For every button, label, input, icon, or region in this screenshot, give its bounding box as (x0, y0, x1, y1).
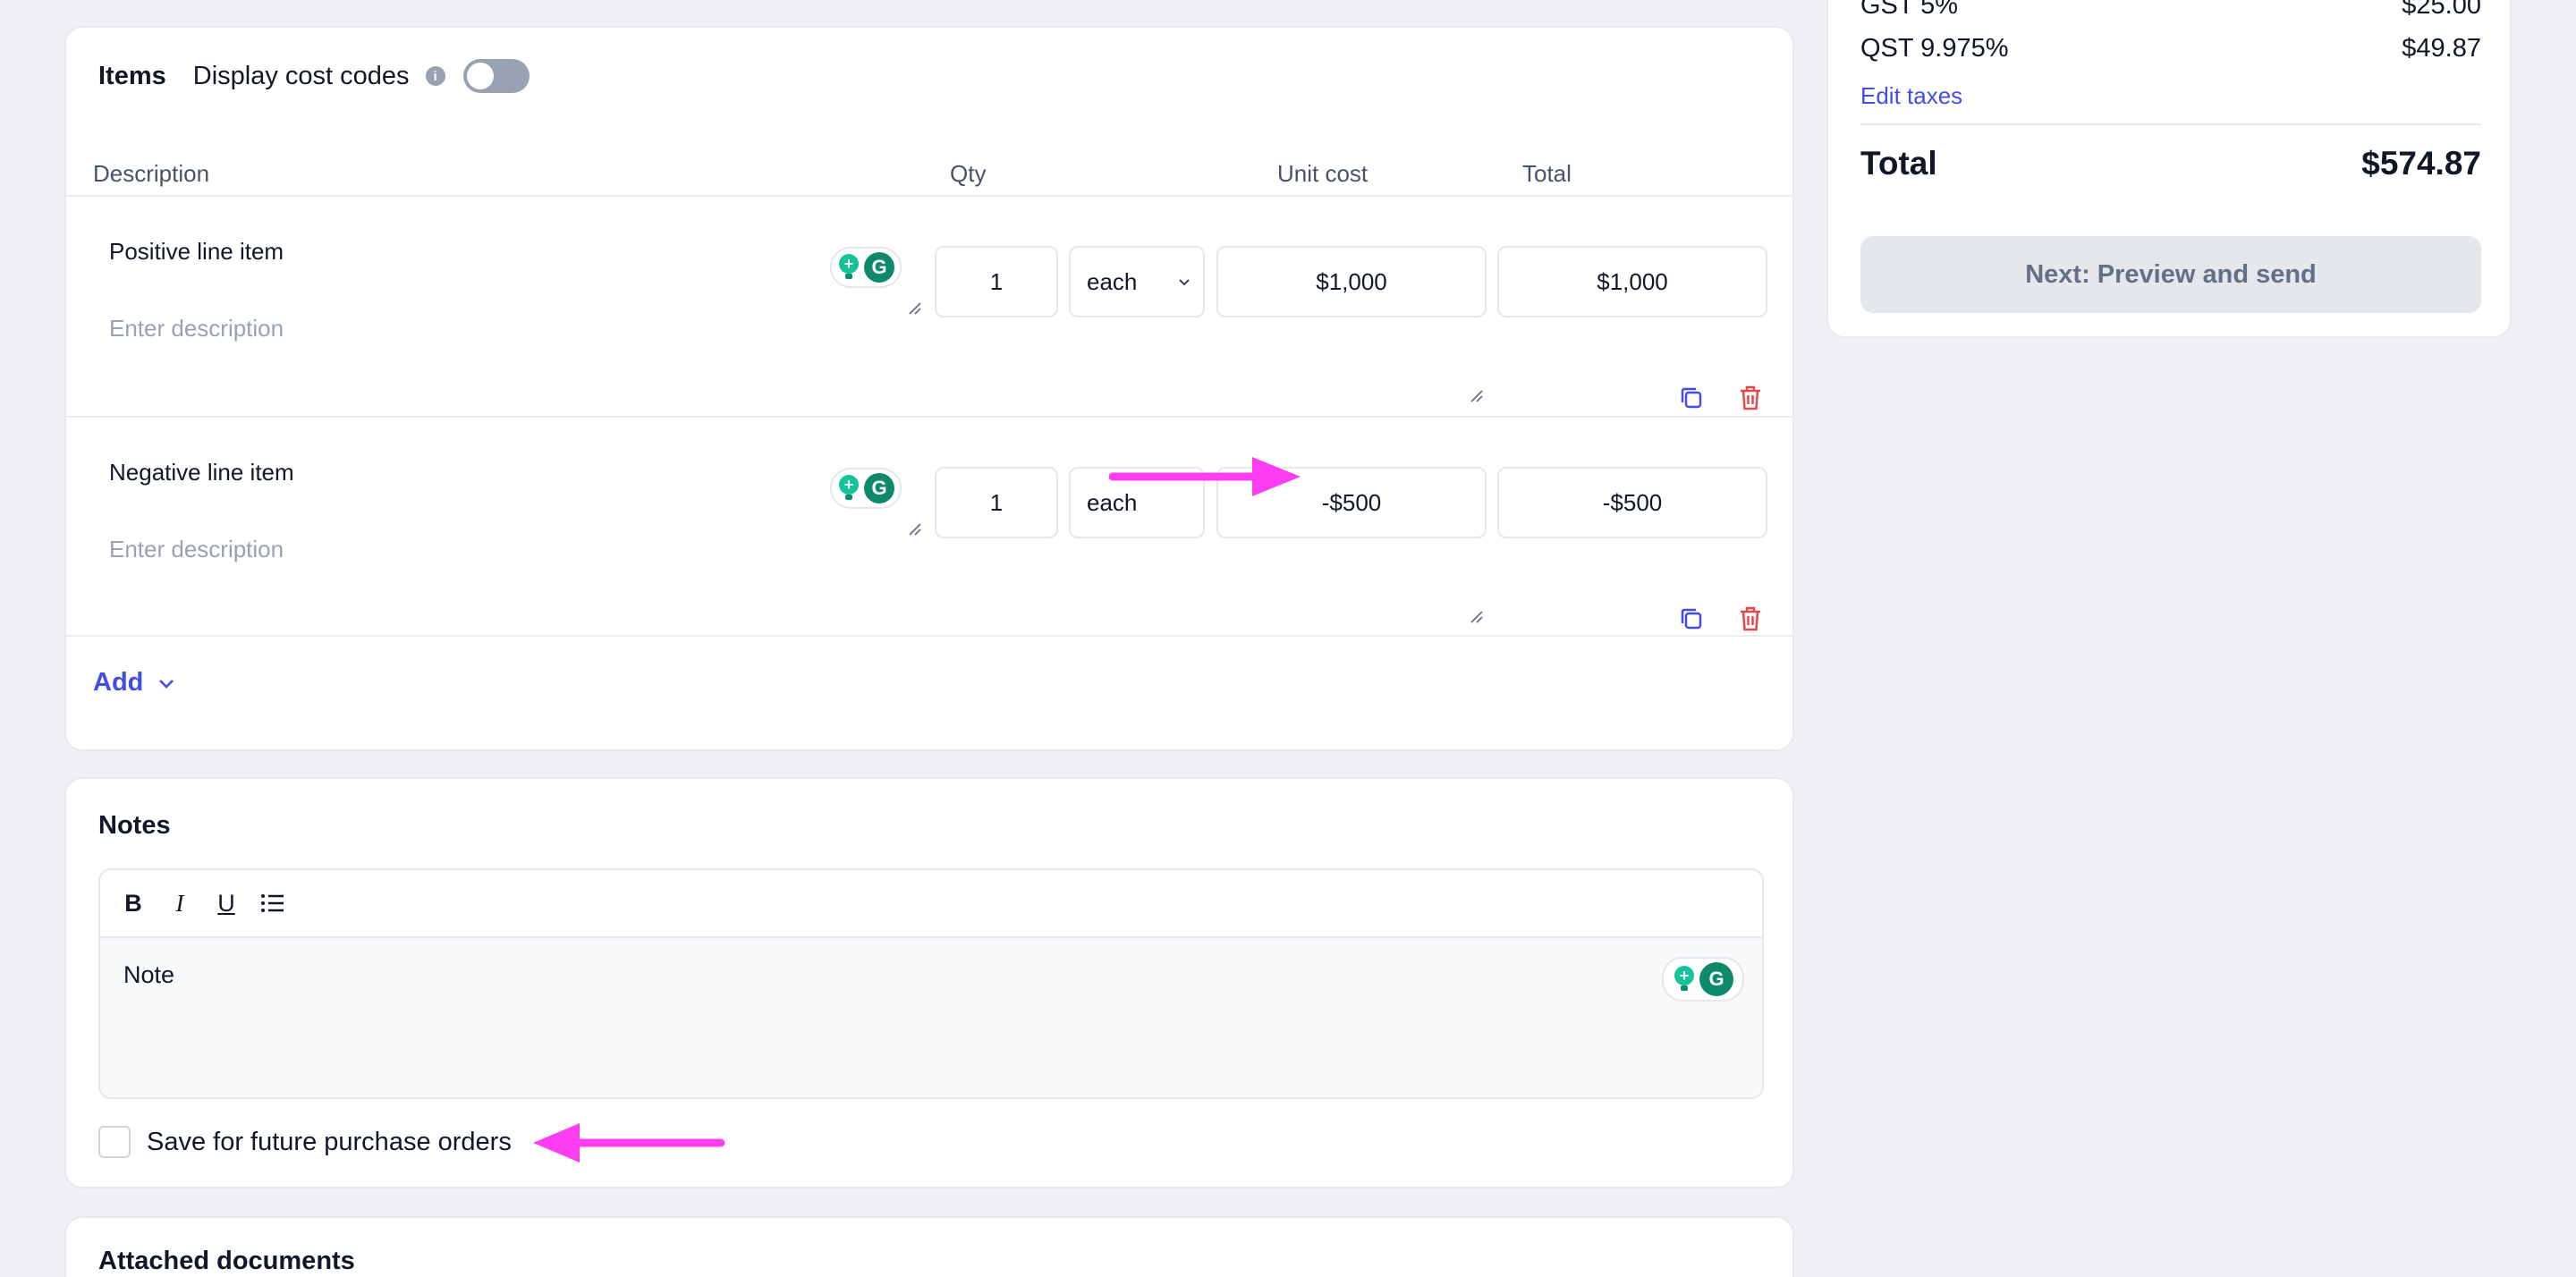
gst-value: $25.00 (2402, 0, 2481, 20)
edit-taxes-link[interactable]: Edit taxes (1860, 82, 1962, 110)
copy-icon[interactable] (1676, 383, 1707, 413)
line-item-row: Positive line item + G 1 each $1,000 $1,… (66, 197, 1792, 416)
notes-editor: B I U Note + G (98, 868, 1764, 1099)
annotation-arrow-left-icon (533, 1123, 725, 1163)
bold-button[interactable]: B (120, 890, 147, 917)
total-row: Total $574.87 (1860, 145, 2481, 182)
total-label: Total (1860, 145, 1937, 182)
chevron-down-icon (157, 668, 175, 698)
grammarly-bulb-icon: + (837, 254, 860, 281)
grammarly-g-icon: G (1699, 962, 1733, 996)
copy-icon[interactable] (1676, 604, 1707, 634)
column-header-total: Total (1522, 160, 1572, 187)
items-card: Items Display cost codes i Description Q… (64, 26, 1794, 751)
line-item-name-input[interactable]: Negative line item (93, 437, 952, 507)
grammarly-g-icon: G (864, 473, 894, 503)
divider (66, 635, 1792, 637)
qst-row: QST 9.975% $49.87 (1860, 34, 2481, 63)
grammarly-g-icon: G (864, 252, 894, 283)
editor-toolbar: B I U (100, 870, 1762, 938)
grammarly-widget[interactable]: + G (830, 468, 902, 509)
attached-documents-card: Attached documents (64, 1216, 1794, 1277)
items-header: Items Display cost codes i (98, 58, 530, 94)
gst-label: GST 5% (1860, 0, 1959, 20)
save-for-future-label: Save for future purchase orders (147, 1127, 512, 1156)
column-header-description: Description (93, 160, 210, 187)
info-icon[interactable]: i (425, 66, 445, 86)
annotation-arrow-right-icon (1109, 457, 1301, 496)
resize-handle-icon[interactable] (1469, 388, 1483, 402)
toggle-knob (466, 63, 494, 89)
resize-handle-icon[interactable] (1469, 609, 1483, 623)
save-for-future-checkbox[interactable] (98, 1126, 131, 1158)
add-line-item-button[interactable]: Add (93, 668, 175, 698)
notes-title: Notes (98, 811, 171, 840)
qst-value: $49.87 (2402, 34, 2481, 63)
line-item-name-input[interactable]: Positive line item (93, 216, 952, 286)
qst-label: QST 9.975% (1860, 34, 2009, 63)
save-for-future-row[interactable]: Save for future purchase orders (98, 1126, 512, 1158)
next-preview-and-send-button[interactable]: Next: Preview and send (1860, 236, 2481, 313)
notes-card: Notes B I U Note + G Save for future pur… (64, 777, 1794, 1188)
underline-button[interactable]: U (213, 890, 240, 917)
notes-body-text: Note (123, 961, 175, 988)
bullet-list-icon[interactable] (259, 890, 286, 917)
description-input[interactable]: Enter description (93, 525, 1560, 588)
grammarly-widget[interactable]: + G (830, 247, 902, 288)
grammarly-bulb-icon: + (1673, 966, 1696, 993)
notes-text-area[interactable]: Note (100, 938, 1762, 1097)
trash-icon[interactable] (1735, 383, 1766, 413)
display-cost-codes-label: Display cost codes (192, 61, 410, 90)
items-title: Items (98, 61, 166, 90)
italic-button[interactable]: I (166, 890, 193, 917)
trash-icon[interactable] (1735, 604, 1766, 634)
column-header-unit-cost: Unit cost (1277, 160, 1368, 187)
gst-row: GST 5% $25.00 (1860, 0, 2481, 21)
attached-documents-title: Attached documents (98, 1247, 355, 1275)
summary-card: GST 5% $25.00 QST 9.975% $49.87 Edit tax… (1826, 0, 2512, 338)
total-value: $574.87 (2361, 145, 2481, 182)
description-input[interactable]: Enter description (93, 304, 1560, 367)
line-item-row: Negative line item + G 1 each -$500 -$50… (66, 418, 1792, 637)
add-label: Add (93, 668, 144, 697)
divider (1860, 123, 2481, 125)
unit-select-value: each (1087, 267, 1138, 295)
chevron-down-icon (1178, 273, 1191, 292)
grammarly-bulb-icon: + (837, 475, 860, 502)
display-cost-codes-toggle[interactable] (462, 59, 530, 93)
column-header-qty: Qty (950, 160, 987, 187)
grammarly-widget[interactable]: + G (1662, 957, 1744, 1002)
